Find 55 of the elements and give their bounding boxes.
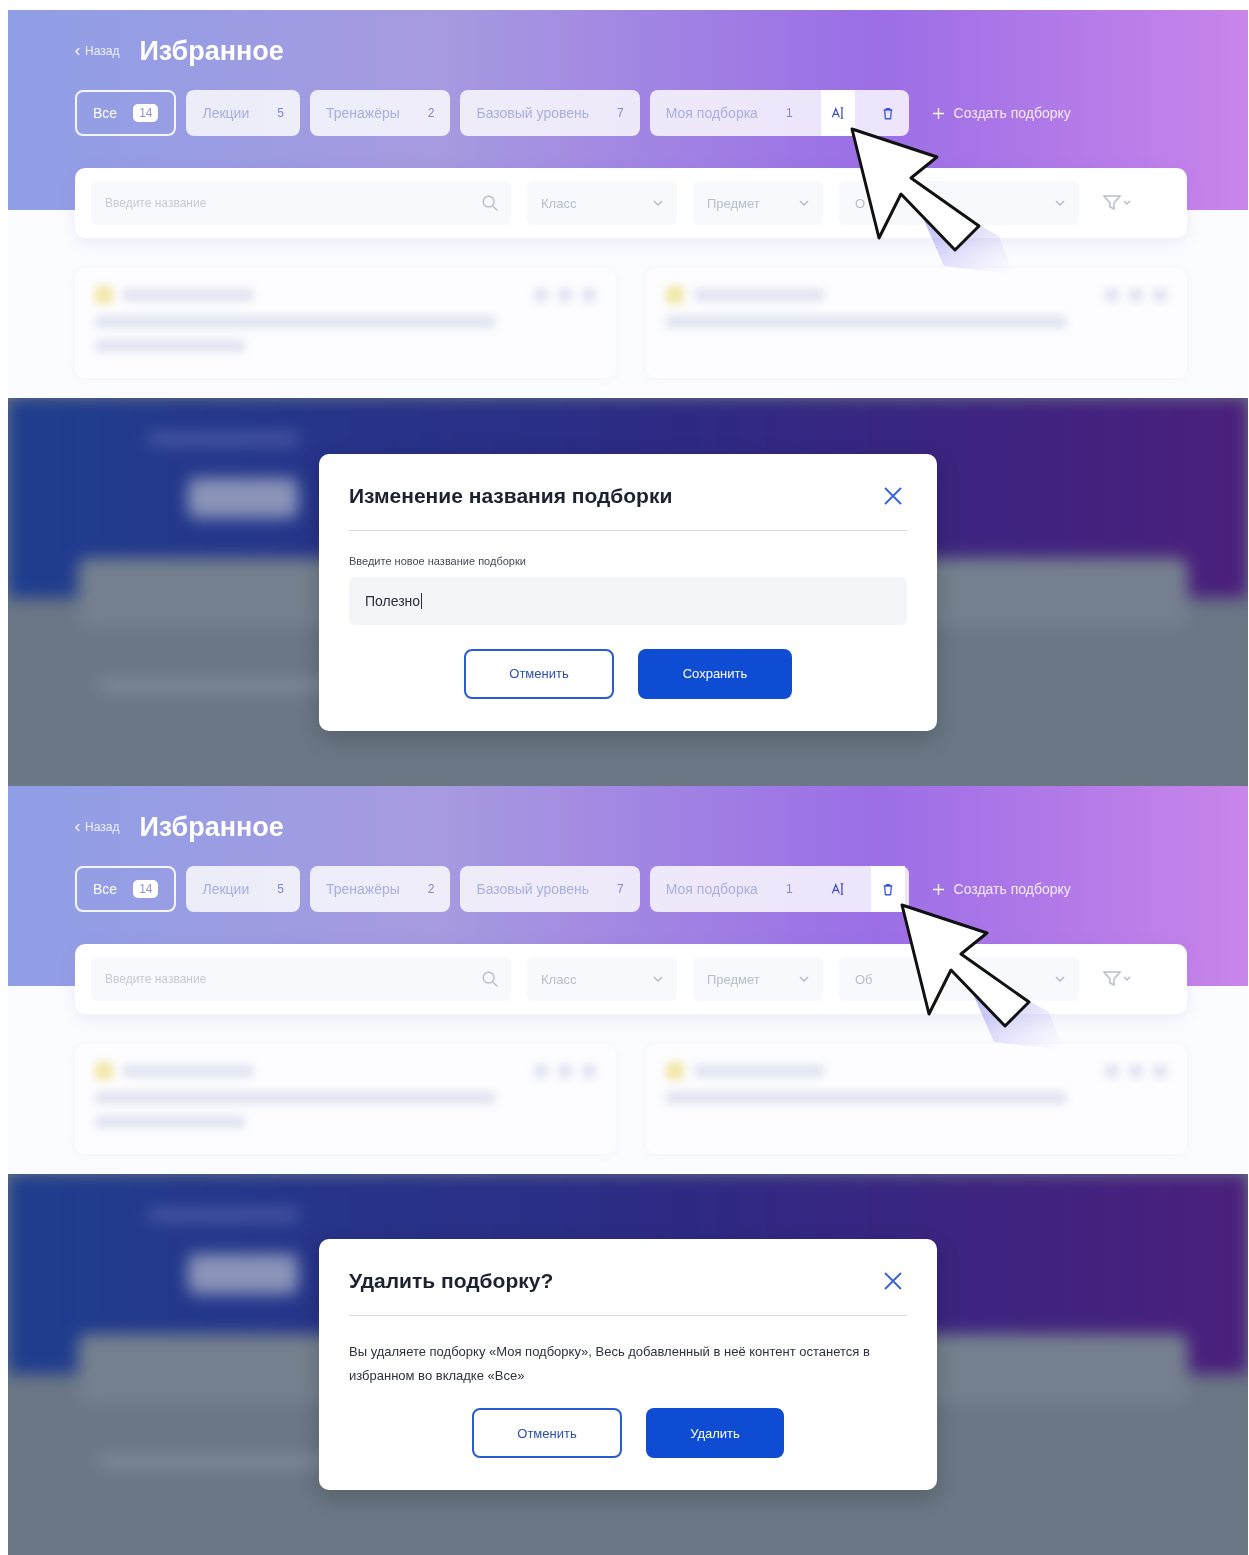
filter-tab[interactable]: Лекции 5: [186, 90, 300, 136]
create-collection-link[interactable]: Создать подборку: [932, 881, 1071, 897]
filter-tab[interactable]: Все 14: [75, 866, 177, 912]
filter-tab[interactable]: Тренажёры 2: [309, 90, 451, 136]
search-icon: [481, 194, 499, 212]
tab-count: 1: [785, 106, 793, 120]
rename-button[interactable]: [820, 90, 855, 136]
tab-count: 5: [277, 106, 284, 120]
rename-icon: [830, 882, 845, 896]
rename-icon: [830, 106, 845, 120]
filter-tab[interactable]: Базовый уровень 7: [460, 866, 640, 912]
chevron-down-icon: [1055, 976, 1065, 982]
tab-count: 2: [427, 106, 435, 120]
create-collection-link[interactable]: Создать подборку: [932, 105, 1071, 121]
cancel-button[interactable]: Отменить: [472, 1408, 622, 1458]
dropdown[interactable]: Предмет: [693, 181, 823, 225]
page-title: Избранное: [139, 35, 284, 67]
chevron-left-icon: [75, 822, 80, 832]
delete-button[interactable]: [870, 866, 905, 912]
confirm-button[interactable]: Удалить: [646, 1408, 784, 1458]
search-icon: [481, 970, 499, 988]
dropdown[interactable]: Класс: [527, 181, 677, 225]
name-input-field[interactable]: Полезно: [349, 576, 907, 625]
chevron-down-icon: [1055, 200, 1065, 206]
dropdown[interactable]: Предмет: [693, 957, 823, 1001]
tab-count: 5: [277, 882, 284, 896]
back-link[interactable]: Назад: [75, 44, 120, 58]
tab-count: 1: [785, 882, 793, 896]
page-title: Избранное: [139, 811, 284, 843]
close-icon[interactable]: [883, 1271, 903, 1291]
chevron-down-icon: [799, 976, 809, 982]
close-icon[interactable]: [883, 485, 903, 506]
filter-tab[interactable]: Базовый уровень 7: [460, 90, 640, 136]
dialog-title: Изменение названия подборки: [349, 483, 673, 508]
confirm-button[interactable]: Сохранить: [638, 648, 792, 699]
plus-icon: [932, 883, 944, 895]
filter-tab[interactable]: Лекции 5: [186, 866, 300, 912]
plus-icon: [932, 107, 944, 119]
filter-tab[interactable]: Тренажёры 2: [309, 866, 451, 912]
chevron-down-icon: [799, 200, 809, 206]
filter-tab[interactable]: Все 14: [75, 90, 177, 136]
field-label: Введите новое название подборки: [349, 554, 527, 567]
dropdown[interactable]: Класс: [527, 957, 677, 1001]
dialog-message: Вы удаляете подборку «Моя подборку», Весь добавленный в неё контент останется в избранном во вкладке «Все»: [349, 1343, 871, 1385]
tab-count: 2: [427, 882, 435, 896]
count-badge: 14: [133, 880, 159, 898]
chevron-down-icon: [653, 200, 663, 206]
tab-count: 7: [617, 882, 624, 896]
dialog-title: Удалить подборку?: [349, 1269, 554, 1293]
back-link[interactable]: Назад: [75, 820, 120, 834]
chevron-left-icon: [75, 46, 80, 56]
cancel-button[interactable]: Отменить: [464, 648, 614, 699]
chevron-down-icon: [653, 976, 663, 982]
tab-count: 7: [617, 106, 624, 120]
count-badge: 14: [133, 104, 159, 122]
